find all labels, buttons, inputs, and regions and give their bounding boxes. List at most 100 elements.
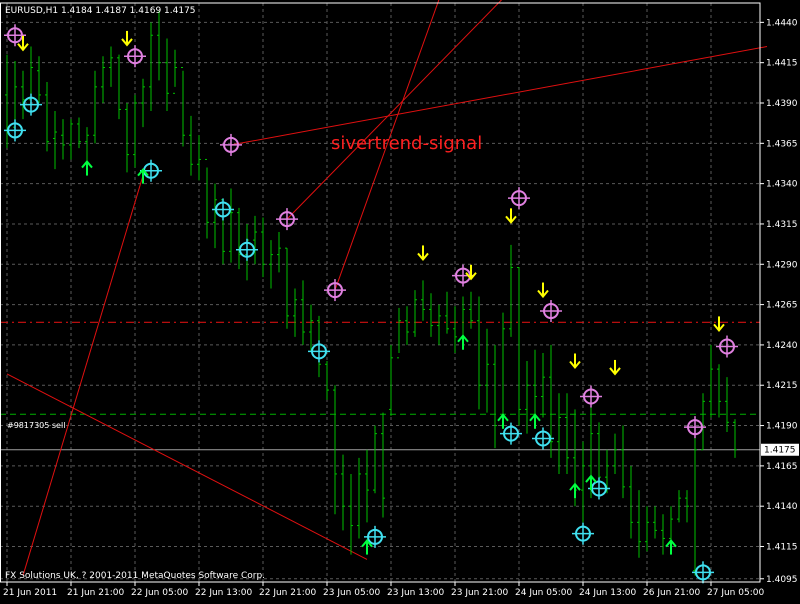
trendline xyxy=(6,373,368,560)
up-arrow-icon xyxy=(457,334,469,350)
ohlc-bar xyxy=(477,296,481,410)
ohlc-bar xyxy=(309,304,313,352)
ohlc-bar xyxy=(21,70,25,120)
ohlc-bar xyxy=(173,49,177,94)
down-arrow-icon xyxy=(609,359,621,376)
y-tick-label: 1.4440 xyxy=(766,18,798,28)
trendlines xyxy=(6,0,768,576)
ohlc-bar xyxy=(429,293,433,337)
up-arrow-icon xyxy=(665,539,677,555)
down-arrow-icon xyxy=(121,30,133,47)
price-chart-svg: 1.4440 1.4415 1.4390 1.4365 1.4340 1.4315 1.42… xyxy=(0,0,799,598)
ohlc-bar xyxy=(293,288,297,337)
ohlc-bar xyxy=(389,344,393,416)
y-tick-label: 1.4190 xyxy=(766,422,798,432)
down-arrow-icon xyxy=(505,208,517,224)
ohlc-bar xyxy=(613,433,617,474)
ohlc-bar xyxy=(629,465,633,539)
ohlc-bar xyxy=(133,94,137,168)
ohlc-bar xyxy=(437,304,441,345)
order-line-label: #9817305 sell xyxy=(7,421,65,430)
ohlc-bar xyxy=(453,306,457,353)
y-tick-label: 1.4240 xyxy=(766,341,798,351)
x-tick-label: 22 Jun 05:00 xyxy=(131,588,188,598)
y-tick-label: 1.4340 xyxy=(766,180,798,190)
x-tick-label: 24 Jun 13:00 xyxy=(579,588,636,598)
y-tick-label: 1.4290 xyxy=(766,260,798,270)
ohlc-bar xyxy=(485,328,489,413)
ohlc-bar xyxy=(533,349,537,418)
down-arrow-icon xyxy=(17,35,29,52)
x-tick-label: 23 Jun 05:00 xyxy=(323,588,380,598)
ohlc-bar xyxy=(509,244,513,337)
x-tick-label: 22 Jun 13:00 xyxy=(195,588,252,598)
ohlc-bar xyxy=(661,514,665,555)
y-tick-label: 1.4415 xyxy=(766,59,798,69)
y-tick-label: 1.4215 xyxy=(766,381,798,391)
ohlc-bar xyxy=(709,344,713,418)
grid xyxy=(0,3,760,582)
ohlc-bar xyxy=(53,111,57,170)
ohlc-bar xyxy=(645,506,649,552)
x-tick-label: 26 Jun 21:00 xyxy=(643,588,700,598)
ohlc-bar xyxy=(637,490,641,558)
ohlc-bar xyxy=(421,280,425,321)
x-tick-label: 24 Jun 05:00 xyxy=(515,588,572,598)
ohlc-bar xyxy=(69,119,73,160)
ohlc-bar xyxy=(117,54,121,120)
sell-signal-circle xyxy=(124,45,146,68)
ohlc-bar xyxy=(733,419,737,458)
ohlc-bar xyxy=(165,38,169,112)
up-arrow-icon xyxy=(529,413,541,429)
ohlc-bar xyxy=(205,158,209,239)
up-arrow-icon xyxy=(569,482,581,499)
signals xyxy=(4,24,738,584)
ohlc-bar xyxy=(469,291,473,329)
ohlc-bar xyxy=(493,344,497,449)
down-arrow-icon xyxy=(465,264,477,281)
ohlc-bar xyxy=(37,56,41,103)
ohlc-bar xyxy=(501,312,505,427)
y-tick-label: 1.4140 xyxy=(766,502,798,512)
ohlc-bar xyxy=(229,188,233,263)
y-tick-label: 1.4365 xyxy=(766,139,798,149)
ohlc-bar xyxy=(125,102,129,173)
down-arrow-icon xyxy=(569,353,581,370)
horizontal-levels xyxy=(0,321,760,451)
ohlc-bar xyxy=(373,425,377,494)
x-tick-label: 23 Jun 13:00 xyxy=(387,588,444,598)
symbol-header: EURUSD,H1 1.4184 1.4187 1.4169 1.4175 xyxy=(5,6,196,16)
down-arrow-icon xyxy=(537,282,549,299)
x-tick-label: 27 Jun 05:00 xyxy=(707,588,764,598)
down-arrow-icon xyxy=(713,316,725,332)
ohlc-bar xyxy=(61,119,65,160)
ohlc-bar xyxy=(349,473,353,555)
ohlc-bar xyxy=(565,393,569,474)
buy-signal-circle xyxy=(572,522,594,545)
ohlc-bar xyxy=(445,291,449,334)
trendline xyxy=(286,0,503,220)
y-tick-label: 1.4390 xyxy=(766,99,798,109)
ohlc-bar xyxy=(357,457,361,539)
up-arrow-icon xyxy=(81,160,93,176)
ohlc-bar xyxy=(557,393,561,474)
chart: 1.4440 1.4415 1.4390 1.4365 1.4340 1.4315 1.42… xyxy=(0,0,800,600)
sell-signal-circle xyxy=(508,187,530,210)
ohlc-bar xyxy=(189,115,193,176)
ohlc-bar xyxy=(101,56,105,103)
ohlc-bar xyxy=(213,183,217,249)
x-tick-label: 22 Jun 21:00 xyxy=(259,588,316,598)
ohlc-bar xyxy=(277,232,281,273)
ohlc-bar xyxy=(261,217,265,278)
ohlc-bar xyxy=(285,247,289,329)
sell-signal-circle xyxy=(220,133,242,156)
annotation-label: sivertrend-signal xyxy=(331,133,482,154)
ohlc-bars xyxy=(5,11,737,576)
y-tick-label: 1.4115 xyxy=(766,543,798,553)
ohlc-bar xyxy=(45,82,49,152)
ohlc-bar xyxy=(397,307,401,359)
copyright-text: FX Solutions UK, ? 2001-2011 MetaQuotes … xyxy=(5,571,265,581)
x-tick-label: 23 Jun 21:00 xyxy=(451,588,508,598)
ohlc-bar xyxy=(325,361,329,400)
ohlc-bar xyxy=(581,441,585,523)
